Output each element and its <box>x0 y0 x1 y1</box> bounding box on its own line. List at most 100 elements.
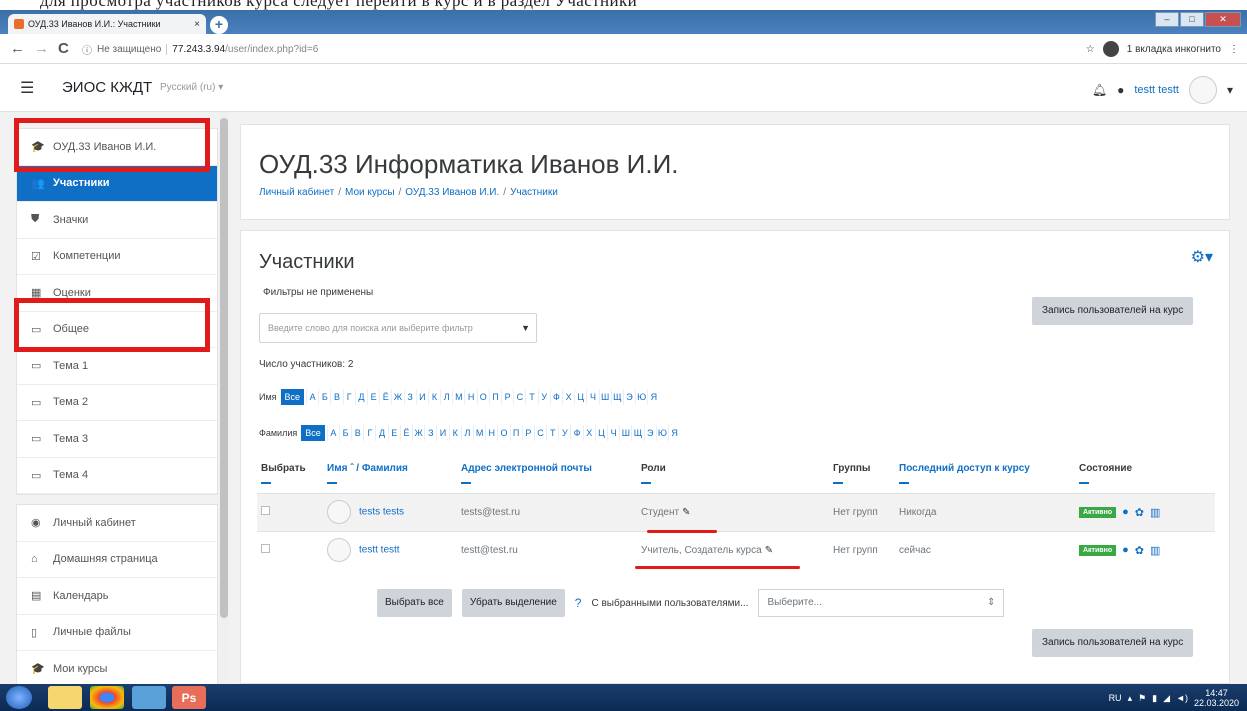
help-icon[interactable]: ? <box>575 596 582 610</box>
enrol-users-button-bottom[interactable]: Запись пользователей на курс <box>1032 629 1194 657</box>
info-icon[interactable]: ⓘ <box>82 42 92 57</box>
initial-letter-button[interactable]: И <box>415 389 428 405</box>
drawer-item-competencies[interactable]: ☑ Компетенции <box>17 239 217 275</box>
trash-icon[interactable]: ▥ <box>1150 544 1160 557</box>
notifications-bell-icon[interactable]: 🔔︎ <box>1092 83 1107 97</box>
pencil-icon[interactable]: ✎ <box>682 507 690 518</box>
firstname-all-button[interactable]: Все <box>280 389 305 405</box>
initial-letter-button[interactable]: Ё <box>379 389 391 405</box>
initial-letter-button[interactable]: Ф <box>570 425 582 441</box>
initial-letter-button[interactable]: Ц <box>574 389 586 405</box>
drawer-scrollbar-thumb[interactable] <box>220 118 228 618</box>
initial-letter-button[interactable]: С <box>533 425 546 441</box>
initial-letter-button[interactable]: О <box>497 425 509 441</box>
breadcrumb-course[interactable]: ОУД.33 Иванов И.И. <box>405 187 499 198</box>
initial-letter-button[interactable]: У <box>537 389 550 405</box>
initial-letter-button[interactable]: О <box>476 389 489 405</box>
window-close-button[interactable]: ✕ <box>1205 12 1241 27</box>
url-input[interactable]: ⓘ Не защищено 77.243.3.94 /user/index.ph… <box>82 39 1082 59</box>
back-button[interactable]: ← <box>10 40 25 57</box>
drawer-item-topic-4[interactable]: ▭ Тема 4 <box>17 458 217 494</box>
initial-letter-button[interactable]: Е <box>366 389 379 405</box>
initial-letter-button[interactable]: Г <box>342 389 355 405</box>
initial-letter-button[interactable]: Д <box>375 425 387 441</box>
initial-letter-button[interactable]: В <box>351 425 363 441</box>
initial-letter-button[interactable]: Э <box>643 425 656 441</box>
trash-icon[interactable]: ▥ <box>1150 506 1160 519</box>
initial-letter-button[interactable]: Ж <box>412 425 424 441</box>
maximize-button[interactable]: □ <box>1180 12 1204 27</box>
drawer-item-private-files[interactable]: ▯ Личные файлы <box>17 615 217 651</box>
initial-letter-button[interactable]: Ш <box>619 425 631 441</box>
avatar[interactable] <box>327 538 351 563</box>
column-label[interactable]: Адрес электронной почты <box>461 463 592 474</box>
initial-letter-button[interactable]: У <box>558 425 570 441</box>
dropdown-arrow-icon[interactable]: ▼ <box>521 314 530 342</box>
tray-arrow-icon[interactable]: ▴ <box>1128 693 1133 704</box>
initial-letter-button[interactable]: А <box>306 389 318 405</box>
avatar[interactable] <box>327 500 351 524</box>
column-header-name[interactable]: Имя ˆ / Фамилия <box>323 455 457 493</box>
drawer-item-dashboard[interactable]: ◉ Личный кабинет <box>17 505 217 542</box>
hamburger-menu-icon[interactable]: ☰ <box>20 78 34 98</box>
initial-letter-button[interactable]: П <box>488 389 501 405</box>
initial-letter-button[interactable]: М <box>452 389 464 405</box>
initial-letter-button[interactable]: Ю <box>655 425 668 441</box>
initial-letter-button[interactable]: Щ <box>631 425 643 441</box>
initial-letter-button[interactable]: М <box>472 425 485 441</box>
user-avatar[interactable] <box>1188 76 1217 104</box>
row-checkbox[interactable] <box>261 544 270 554</box>
initial-letter-button[interactable]: В <box>330 389 342 405</box>
drawer-item-topic-1[interactable]: ▭ Тема 1 <box>17 348 217 385</box>
initial-letter-button[interactable]: Ш <box>598 389 611 405</box>
column-header-email[interactable]: Адрес электронной почты <box>457 455 637 493</box>
initial-letter-button[interactable]: К <box>427 389 440 405</box>
column-label[interactable]: Последний доступ к курсу <box>899 463 1030 474</box>
initial-letter-button[interactable]: Д <box>354 389 367 405</box>
initial-letter-button[interactable]: Л <box>460 425 473 441</box>
volume-icon[interactable]: ◄) <box>1176 693 1188 703</box>
initial-letter-button[interactable]: Я <box>647 389 659 405</box>
initial-letter-button[interactable]: Т <box>546 425 558 441</box>
user-link[interactable]: tests tests <box>359 507 404 518</box>
bookmark-star-icon[interactable]: ☆ <box>1086 44 1095 55</box>
initial-letter-button[interactable]: Я <box>667 425 680 441</box>
incognito-label[interactable]: 1 вкладка инкогнито <box>1127 44 1221 55</box>
initial-letter-button[interactable]: Е <box>387 425 400 441</box>
start-button[interactable] <box>6 686 32 709</box>
drawer-item-home[interactable]: ⌂ Домашняя страница <box>17 542 217 578</box>
select-all-button[interactable]: Выбрать все <box>377 589 452 617</box>
initial-letter-button[interactable]: Л <box>440 389 452 405</box>
breadcrumb-my-courses[interactable]: Мои курсы <box>345 187 395 198</box>
initial-letter-button[interactable]: И <box>436 425 448 441</box>
reload-button[interactable]: C <box>58 40 69 57</box>
initial-letter-button[interactable]: А <box>326 425 339 441</box>
messages-icon[interactable]: ● <box>1117 83 1124 97</box>
user-menu-caret-icon[interactable]: ▾ <box>1227 83 1233 97</box>
initial-letter-button[interactable]: Р <box>501 389 513 405</box>
lastname-all-button[interactable]: Все <box>301 425 325 441</box>
initial-letter-button[interactable]: П <box>509 425 522 441</box>
language-selector[interactable]: Русский (ru) ▾ <box>160 82 223 93</box>
network-icon[interactable]: ▮ <box>1152 693 1157 704</box>
initial-letter-button[interactable]: Щ <box>610 389 623 405</box>
breadcrumb-dashboard[interactable]: Личный кабинет <box>259 187 334 198</box>
new-tab-button[interactable]: + <box>210 16 228 34</box>
language-indicator[interactable]: RU <box>1109 693 1122 703</box>
drawer-item-topic-3[interactable]: ▭ Тема 3 <box>17 421 217 458</box>
initial-letter-button[interactable]: Э <box>622 389 635 405</box>
initial-letter-button[interactable]: Б <box>338 425 351 441</box>
drawer-item-badges[interactable]: ⛊ Значки <box>17 202 217 239</box>
explorer-icon[interactable] <box>48 686 82 709</box>
initial-letter-button[interactable]: Ф <box>549 389 562 405</box>
initial-letter-button[interactable]: С <box>513 389 525 405</box>
initial-letter-button[interactable]: Х <box>561 389 574 405</box>
initial-letter-button[interactable]: Ч <box>586 389 598 405</box>
flag-icon[interactable]: ⚑ <box>1138 693 1146 704</box>
menu-icon[interactable]: ⋮ <box>1229 44 1239 55</box>
minimize-button[interactable]: – <box>1155 12 1179 27</box>
gear-icon[interactable]: ✿ <box>1135 544 1144 557</box>
column-label[interactable]: Имя ˆ / Фамилия <box>327 463 408 474</box>
initial-letter-button[interactable]: Х <box>582 425 595 441</box>
initial-letter-button[interactable]: З <box>424 425 436 441</box>
